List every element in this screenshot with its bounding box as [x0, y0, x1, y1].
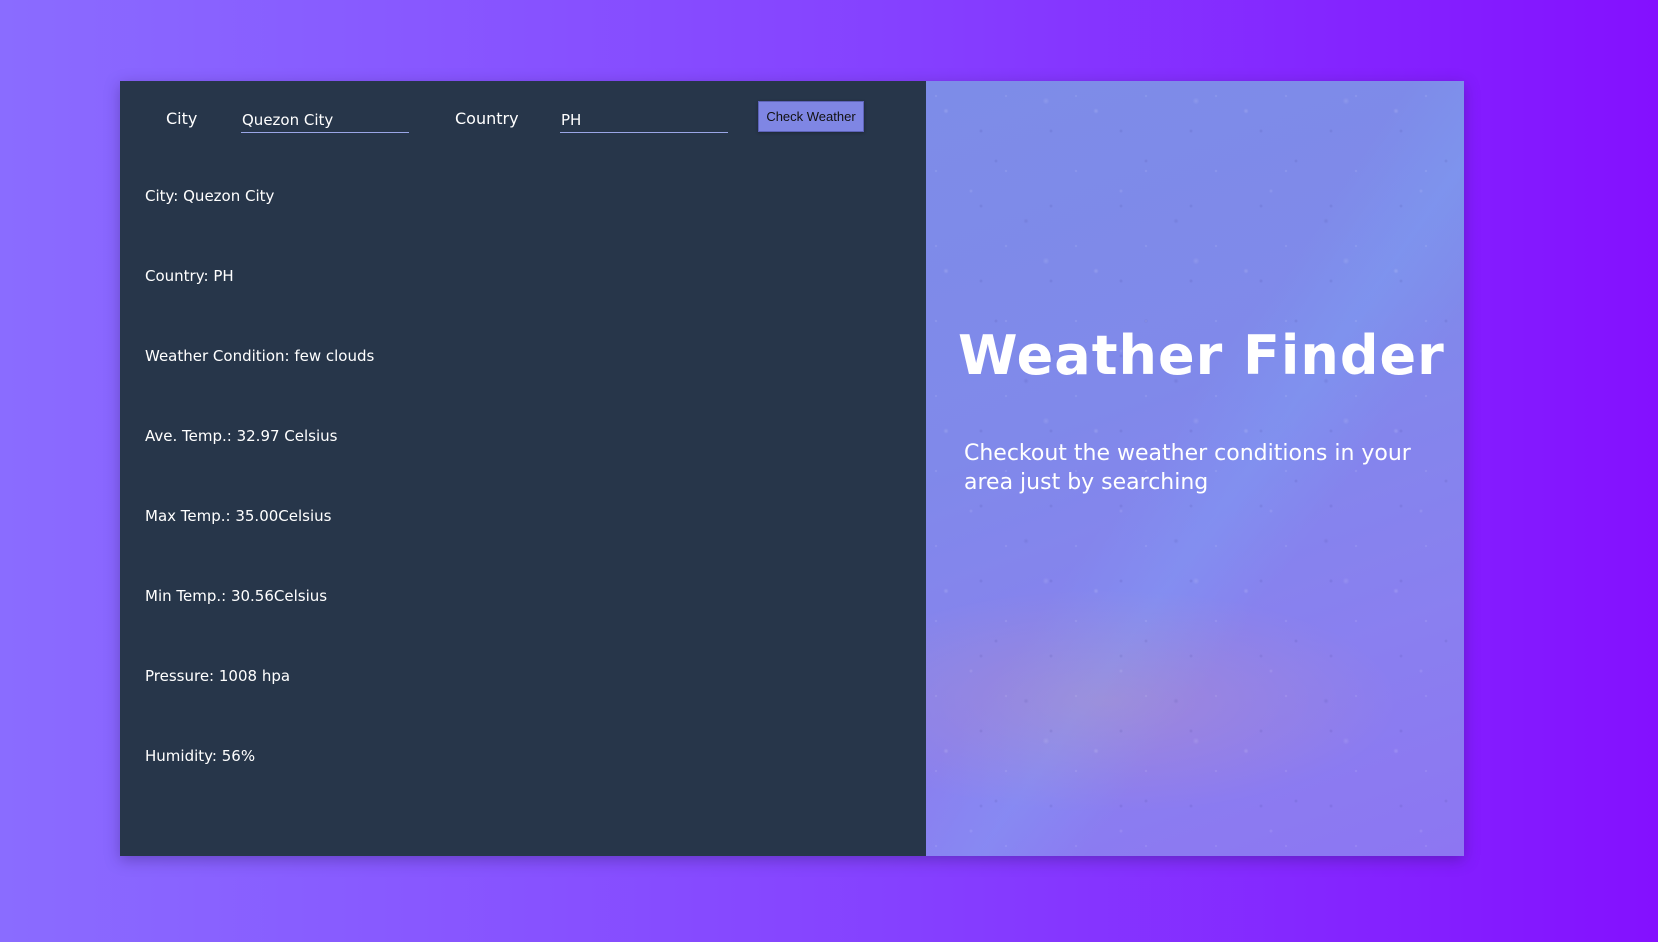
weather-card: City Country Check Weather City: Quezon …: [120, 81, 1464, 856]
result-humidity: Humidity: 56%: [145, 747, 256, 765]
weather-panel: City Country Check Weather City: Quezon …: [120, 81, 926, 856]
result-country: Country: PH: [145, 267, 234, 285]
page-title: Weather Finder: [958, 324, 1445, 387]
result-ave-temp: Ave. Temp.: 32.97 Celsius: [145, 427, 338, 445]
result-condition: Weather Condition: few clouds: [145, 347, 375, 365]
result-pressure: Pressure: 1008 hpa: [145, 667, 291, 685]
city-input[interactable]: [241, 107, 409, 133]
city-label: City: [166, 109, 198, 128]
hero-panel: Weather Finder Checkout the weather cond…: [926, 81, 1464, 856]
country-input[interactable]: [560, 107, 728, 133]
check-weather-button[interactable]: Check Weather: [758, 101, 864, 132]
result-city: City: Quezon City: [145, 187, 275, 205]
result-min-temp: Min Temp.: 30.56Celsius: [145, 587, 328, 605]
result-max-temp: Max Temp.: 35.00Celsius: [145, 507, 332, 525]
country-label: Country: [455, 109, 519, 128]
page-subtitle: Checkout the weather conditions in your …: [964, 441, 1411, 495]
